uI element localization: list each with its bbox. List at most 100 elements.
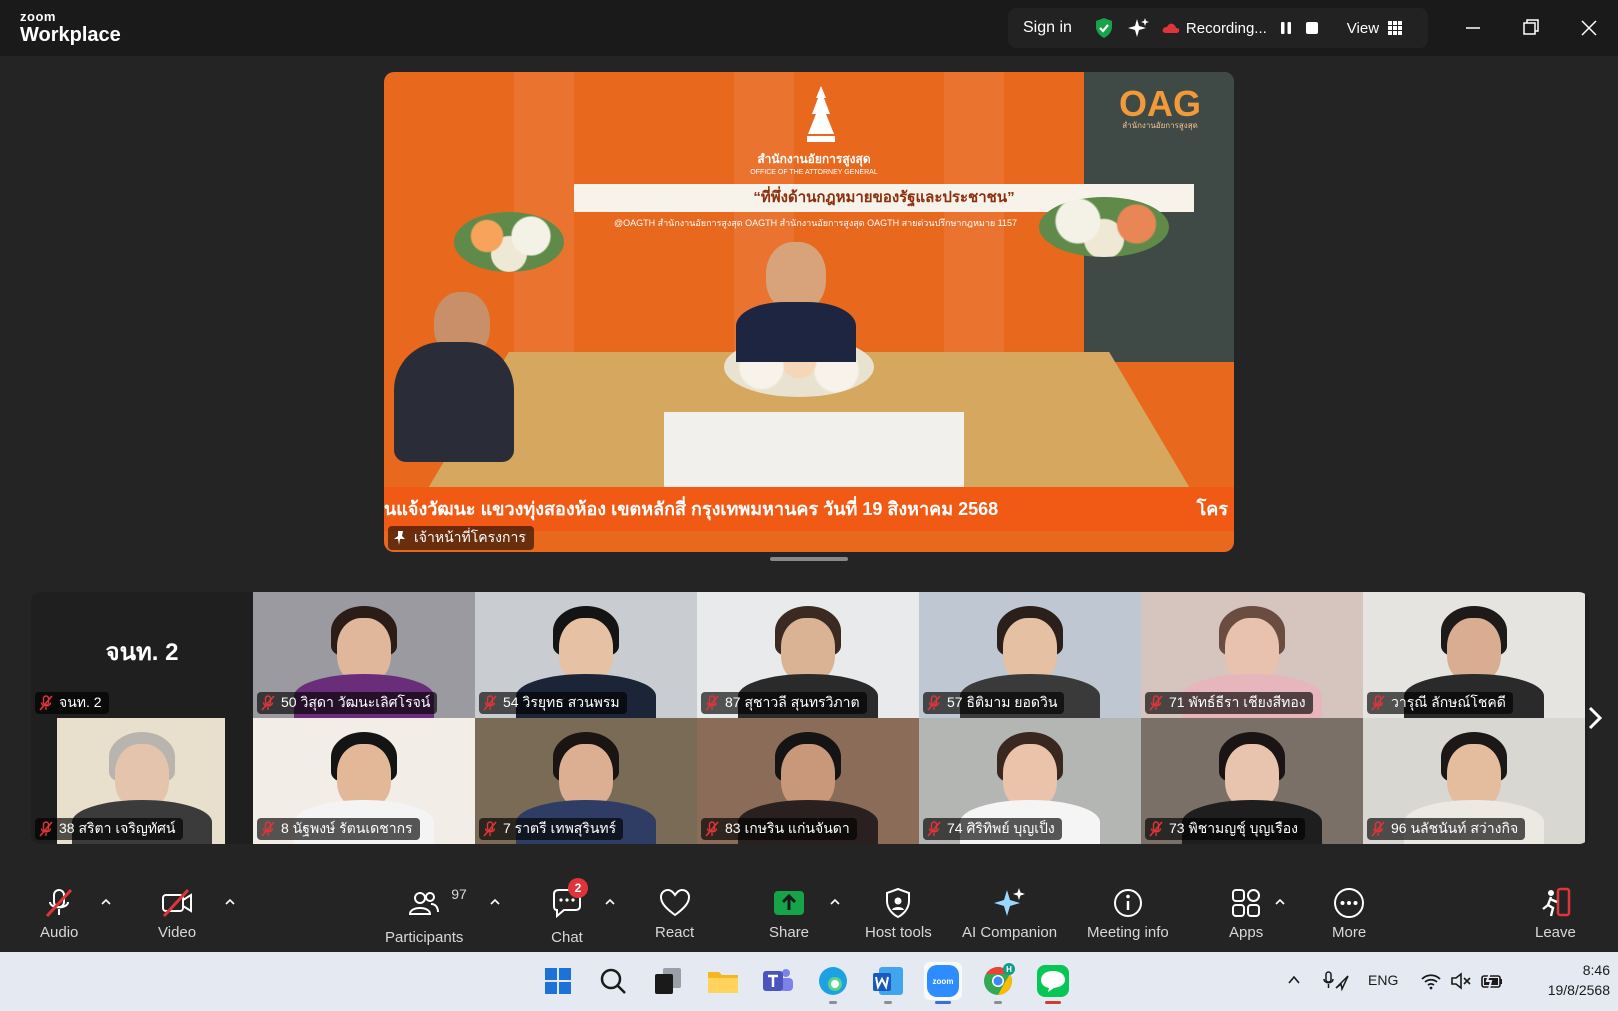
chevron-up-icon[interactable] (489, 896, 501, 908)
participant-tile[interactable]: 87 สุชาวลี สุนทรวิภาต (697, 592, 919, 718)
taskbar-line[interactable] (1034, 962, 1072, 1004)
chevron-up-icon[interactable] (100, 896, 112, 908)
edge-icon (819, 967, 847, 995)
mic-muted-icon (1149, 695, 1163, 711)
host-tools-button[interactable]: Host tools (865, 886, 932, 946)
video-button[interactable]: Video (158, 886, 196, 946)
clock-date: 19/8/2568 (1547, 982, 1610, 998)
participant-tile[interactable]: 74 ศิริทิพย์ บุญเป็ง (919, 718, 1141, 844)
more-label: More (1332, 924, 1367, 941)
participants-button[interactable]: 97 Participants (385, 886, 467, 946)
taskbar-chrome[interactable]: H (979, 962, 1017, 1004)
ticker-text-next: โคร (1196, 499, 1228, 519)
mic-muted-icon (261, 821, 275, 837)
participant-tile[interactable]: 96 นลัชนันท์ สว่างกิจ (1363, 718, 1585, 844)
participant-tile[interactable]: 8 นัฐพงษ์ รัตนเดชากร (253, 718, 475, 844)
mic-location-icon[interactable] (1322, 970, 1350, 992)
participant-tile[interactable]: 7 ราตรี เทพสุรินทร์ (475, 718, 697, 844)
task-view[interactable] (649, 962, 687, 1000)
speaker-left-body (394, 342, 514, 462)
running-indicator (829, 1001, 837, 1004)
more-button[interactable]: More (1332, 886, 1366, 946)
chevron-up-icon[interactable] (1274, 896, 1286, 908)
speaker-name: เจ้าหน้าที่โครงการ (414, 529, 526, 545)
teams-icon (763, 969, 793, 991)
participant-tile[interactable]: 54 วิรยุทธ สวนพรม (475, 592, 697, 718)
participant-name-tag: 83 เกษริน แก่นจันดา (701, 818, 857, 840)
video-resize-handle[interactable] (770, 557, 848, 561)
participant-name-tag: 87 สุชาวลี สุนทรวิภาต (701, 692, 867, 714)
system-clock[interactable]: 8:46 19/8/2568 (1520, 960, 1610, 1000)
audio-button[interactable]: Audio (40, 886, 78, 946)
ai-spark-icon[interactable] (1127, 17, 1150, 39)
participant-tile[interactable]: จนท. 2 จนท. 2 (31, 592, 253, 718)
more-dots-icon (1334, 888, 1365, 918)
attorney-emblem-icon (807, 86, 835, 142)
chevron-up-icon[interactable] (829, 896, 841, 908)
participant-name: 74 ศิริทิพย์ บุญเป็ง (947, 820, 1055, 836)
mic-muted-icon (927, 821, 941, 837)
mic-muted-icon (46, 888, 73, 918)
taskbar-zoom[interactable]: zoom (924, 962, 962, 1004)
restore-icon[interactable] (1517, 14, 1545, 42)
taskbar-teams[interactable] (759, 962, 797, 1000)
participant-name: จนท. 2 (59, 694, 102, 710)
stop-recording-icon[interactable] (1305, 21, 1319, 35)
encryption-shield-icon[interactable] (1094, 17, 1114, 39)
participant-tile[interactable]: 50 วิสุดา วัฒนะเลิศโรจน์ (253, 592, 475, 718)
chevron-up-icon[interactable] (224, 896, 236, 908)
windows-logo-icon (545, 968, 571, 994)
volume-muted-icon[interactable] (1450, 972, 1472, 990)
wifi-icon[interactable] (1420, 972, 1442, 990)
participant-name: 8 นัฐพงษ์ รัตนเดชากร (281, 820, 413, 836)
meeting-info-button[interactable]: Meeting info (1087, 886, 1169, 946)
pause-recording-icon[interactable] (1279, 21, 1293, 35)
table-front-panel (664, 412, 964, 492)
participant-tile[interactable]: 57 ธิติมาม ยอดวิน (919, 592, 1141, 718)
flower-arrangement-left (454, 212, 564, 272)
taskbar-edge[interactable] (814, 962, 852, 1004)
participant-name: 96 นลัชนันท์ สว่างกิจ (1391, 820, 1519, 836)
taskbar-file-explorer[interactable] (704, 962, 742, 1000)
search-icon (600, 968, 626, 994)
view-button[interactable]: View (1347, 20, 1403, 37)
leave-button[interactable]: Leave (1535, 886, 1576, 946)
grid-view-icon (1388, 21, 1403, 35)
participant-count: 97 (451, 886, 467, 902)
recording-status[interactable]: Recording... (1162, 20, 1267, 37)
close-icon[interactable] (1575, 14, 1603, 42)
gallery-next-icon[interactable] (1584, 702, 1606, 734)
taskbar-search[interactable] (594, 962, 632, 1000)
apps-button[interactable]: Apps (1229, 886, 1263, 946)
meeting-info-label: Meeting info (1087, 924, 1169, 941)
ai-companion-button[interactable]: AI Companion (962, 886, 1057, 946)
start-button[interactable] (539, 962, 577, 1000)
participant-face (1225, 744, 1279, 808)
active-speaker-video[interactable]: สำนักงานอัยการสูงสุด OFFICE OF THE ATTOR… (384, 72, 1234, 552)
taskbar-word[interactable] (869, 962, 907, 1004)
input-language[interactable]: ENG (1368, 972, 1398, 988)
chevron-up-icon[interactable] (604, 896, 616, 908)
participant-tile[interactable]: 38 สริตา เจริญทัศน์ (31, 718, 253, 844)
chat-label: Chat (551, 929, 583, 946)
minimize-icon[interactable] (1459, 14, 1487, 42)
chat-button[interactable]: 2 Chat (550, 878, 588, 946)
line-chat-icon (1037, 965, 1069, 997)
mic-muted-icon (1149, 821, 1163, 837)
mic-muted-icon (705, 821, 719, 837)
task-view-icon (655, 968, 681, 994)
share-button[interactable]: Share (769, 886, 809, 946)
chevron-up-icon[interactable] (1286, 972, 1302, 988)
speaker-center-body (736, 302, 856, 362)
participant-name-tag: 7 ราตรี เทพสุรินทร์ (479, 818, 624, 840)
participant-tile[interactable]: 83 เกษริน แก่นจันดา (697, 718, 919, 844)
participant-tile[interactable]: วารุณี ลักษณ์โชคดี (1363, 592, 1585, 718)
participant-tile[interactable]: 73 พิชามญชุ์ บุญเรือง (1141, 718, 1363, 844)
participant-tile[interactable]: 71 พัทธ์ธีรา เชียงสีทอง (1141, 592, 1363, 718)
sign-in-button[interactable]: Sign in (1023, 19, 1072, 37)
ticker-text: นแจ้งวัฒนะ แขวงทุ่งสองห้อง เขตหลักสี่ กร… (384, 499, 999, 519)
battery-charging-icon[interactable] (1480, 972, 1504, 990)
oag-logo-text: OAG (1119, 83, 1202, 124)
react-button[interactable]: React (655, 886, 694, 946)
org-name-thai: สำนักงานอัยการสูงสุด (757, 152, 871, 166)
